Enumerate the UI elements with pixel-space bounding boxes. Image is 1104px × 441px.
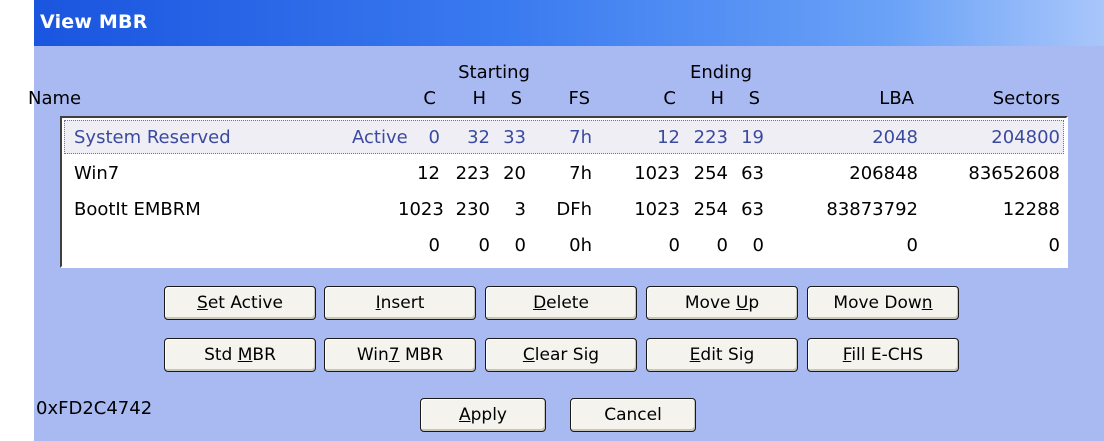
button-label: MBR — [399, 345, 444, 365]
partition-row[interactable]: BootIt EMBRM 1023 230 3 DFh 1023 254 63 … — [64, 192, 1064, 226]
cell-end-c: 1023 — [634, 199, 680, 220]
cell-fs: 7h — [569, 163, 592, 184]
header-ending: Ending — [689, 62, 753, 83]
header-sectors: Sectors — [992, 88, 1060, 109]
cell-sectors: 83652608 — [968, 163, 1060, 184]
apply-button[interactable]: Apply — [420, 398, 546, 432]
cell-end-h: 0 — [716, 235, 728, 256]
cell-end-h: 254 — [693, 199, 728, 220]
button-label: nsert — [380, 293, 425, 313]
delete-button[interactable]: Delete — [485, 286, 637, 320]
button-accelerator: U — [735, 293, 749, 313]
partition-flag: Active — [352, 127, 408, 148]
window-title: View MBR — [40, 11, 148, 33]
win7-mbr-button[interactable]: Win7 MBR — [324, 338, 476, 372]
partition-row[interactable]: 0 0 0 0h 0 0 0 0 0 — [64, 228, 1064, 262]
cell-end-c: 1023 — [634, 163, 680, 184]
header-end-h: H — [710, 88, 724, 109]
cell-sectors: 0 — [1048, 235, 1060, 256]
partition-list[interactable]: System Reserved Active 0 32 33 7h 12 223… — [60, 116, 1068, 268]
button-label: ill E-CHS — [851, 345, 924, 365]
cell-start-c: 12 — [417, 163, 440, 184]
cell-start-c: 0 — [428, 235, 440, 256]
button-accelerator: 7 — [388, 345, 400, 365]
header-fs: FS — [568, 88, 590, 109]
button-label: dit Sig — [700, 345, 755, 365]
partition-row[interactable]: Win7 12 223 20 7h 1023 254 63 206848 836… — [64, 156, 1064, 190]
header-lba: LBA — [879, 88, 914, 109]
cell-end-s: 0 — [752, 235, 764, 256]
disk-signature: 0xFD2C4742 — [36, 398, 153, 419]
std-mbr-button[interactable]: Std MBR — [164, 338, 316, 372]
header-start-c: C — [423, 88, 436, 109]
cell-lba: 2048 — [872, 127, 918, 148]
button-label: Std — [204, 345, 238, 365]
button-accelerator: M — [237, 345, 253, 365]
cell-sectors: 204800 — [991, 127, 1060, 148]
partition-name: System Reserved — [74, 127, 231, 148]
move-down-button[interactable]: Move Down — [807, 286, 959, 320]
cell-fs: 0h — [569, 235, 592, 256]
clear-sig-button[interactable]: Clear Sig — [485, 338, 637, 372]
button-accelerator: A — [458, 405, 471, 425]
view-mbr-dialog: View MBR Starting Ending Name C H S FS C… — [28, 0, 1104, 441]
cell-start-s: 33 — [503, 127, 526, 148]
header-starting: Starting — [458, 62, 530, 83]
button-label: BR — [252, 345, 276, 365]
cell-start-c: 1023 — [398, 199, 444, 220]
edit-sig-button[interactable]: Edit Sig — [646, 338, 798, 372]
cell-end-h: 223 — [693, 127, 728, 148]
cell-start-s: 20 — [503, 163, 526, 184]
cell-fs: DFh — [556, 199, 592, 220]
cell-start-h: 32 — [467, 127, 490, 148]
button-label: p — [748, 293, 760, 313]
partition-row[interactable]: System Reserved Active 0 32 33 7h 12 223… — [64, 120, 1064, 154]
cell-fs: 7h — [569, 127, 592, 148]
button-label: Move — [684, 293, 736, 313]
header-name: Name — [28, 88, 82, 109]
cell-end-c: 12 — [657, 127, 680, 148]
button-label: Win — [356, 345, 389, 365]
cell-sectors: 12288 — [1002, 199, 1060, 220]
cell-lba: 206848 — [849, 163, 918, 184]
button-accelerator: n — [921, 293, 933, 313]
title-bar[interactable]: View MBR — [34, 0, 1104, 46]
button-label: lear Sig — [534, 345, 600, 365]
cell-end-c: 0 — [668, 235, 680, 256]
cell-end-s: 19 — [741, 127, 764, 148]
cell-lba: 0 — [906, 235, 918, 256]
button-label: Move Dow — [833, 293, 922, 313]
button-label: pply — [470, 405, 507, 425]
cell-start-s: 3 — [514, 199, 526, 220]
header-end-c: C — [663, 88, 676, 109]
cell-start-h: 230 — [455, 199, 490, 220]
header-end-s: S — [748, 88, 760, 109]
cell-end-h: 254 — [693, 163, 728, 184]
button-accelerator: S — [197, 293, 208, 313]
cell-end-s: 63 — [741, 163, 764, 184]
set-active-button[interactable]: Set Active — [164, 286, 316, 320]
insert-button[interactable]: Insert — [324, 286, 476, 320]
partition-name: BootIt EMBRM — [74, 199, 201, 220]
button-accelerator: E — [689, 345, 701, 365]
header-start-s: S — [510, 88, 522, 109]
cell-start-c: 0 — [428, 127, 440, 148]
button-label: et Active — [207, 293, 283, 313]
partition-name: Win7 — [74, 163, 120, 184]
cell-start-s: 0 — [514, 235, 526, 256]
cell-start-h: 223 — [455, 163, 490, 184]
button-label: Cancel — [604, 405, 662, 425]
fill-echs-button[interactable]: Fill E-CHS — [807, 338, 959, 372]
header-start-h: H — [472, 88, 486, 109]
button-label: elete — [546, 293, 589, 313]
cell-start-h: 0 — [478, 235, 490, 256]
button-accelerator: D — [533, 293, 547, 313]
cell-lba: 83873792 — [826, 199, 918, 220]
cell-end-s: 63 — [741, 199, 764, 220]
move-up-button[interactable]: Move Up — [646, 286, 798, 320]
button-accelerator: C — [522, 345, 535, 365]
cancel-button[interactable]: Cancel — [570, 398, 696, 432]
